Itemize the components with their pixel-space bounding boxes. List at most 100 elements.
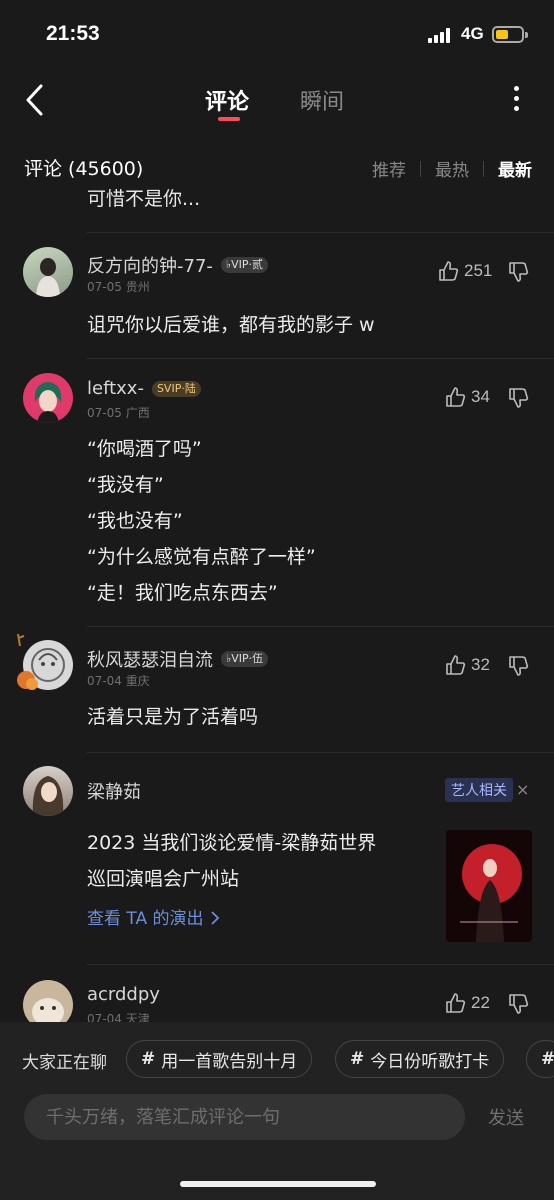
comment-text: 活着只是为了活着吗 <box>87 706 259 728</box>
sort-divider <box>420 160 421 177</box>
thumbs-down-icon <box>509 262 529 282</box>
comment-date: 07-04 <box>87 674 122 688</box>
thumbs-up-icon <box>446 387 466 407</box>
topic-chip[interactable]: # 今日份听歌打卡 <box>335 1040 505 1078</box>
like-button[interactable]: 251 <box>438 260 492 282</box>
back-button[interactable] <box>22 82 50 118</box>
network-type: 4G <box>461 24 484 43</box>
status-time: 21:53 <box>46 22 100 45</box>
like-count: 251 <box>464 261 493 280</box>
dislike-button[interactable] <box>508 261 530 283</box>
view-shows-label: 查看 TA 的演出 <box>87 909 204 929</box>
comment-location: 重庆 <box>125 674 150 688</box>
topic-label: 今日份听歌打卡 <box>370 1051 490 1072</box>
dislike-button[interactable] <box>508 655 530 677</box>
like-button[interactable]: 34 <box>445 386 490 408</box>
artist-avatar[interactable] <box>23 766 73 816</box>
thumbs-down-icon <box>509 656 529 676</box>
username-text: acrddpy <box>87 984 160 1005</box>
chevron-right-icon <box>211 911 220 925</box>
sort-tabs: 推荐 最热 最新 <box>372 156 532 181</box>
artist-name-text: 梁静茹 <box>87 782 141 803</box>
more-vertical-icon <box>508 86 524 111</box>
topic-chip[interactable]: # <box>526 1040 554 1078</box>
trending-label: 大家正在聊 <box>22 1053 107 1073</box>
bottom-panel: 大家正在聊 # 用一首歌告别十月 # 今日份听歌打卡 # 发送 <box>0 1022 554 1200</box>
like-count: 32 <box>471 655 490 674</box>
tab-moments[interactable]: 瞬间 <box>300 84 344 116</box>
concert-title-line: 巡回演唱会广州站 <box>87 868 240 890</box>
concert-title-line: 2023 当我们谈论爱情-梁静茹世界 <box>87 832 377 854</box>
comment-date: 07-05 <box>87 280 122 294</box>
view-shows-link[interactable]: 查看 TA 的演出 <box>87 904 221 929</box>
comments-count-title: 评论 (45600) <box>24 158 144 180</box>
sort-recommended[interactable]: 推荐 <box>372 156 406 181</box>
more-button[interactable] <box>508 82 524 118</box>
divider <box>87 752 554 753</box>
like-count: 34 <box>471 387 490 406</box>
trending-topics-row: 大家正在聊 # 用一首歌告别十月 # 今日份听歌打卡 # <box>0 1040 554 1080</box>
signal-icon <box>428 27 454 43</box>
dislike-button[interactable] <box>508 993 530 1015</box>
username-text: 秋风瑟瑟泪自流 <box>87 650 213 671</box>
like-button[interactable]: 22 <box>445 992 490 1014</box>
hashtag-icon: # <box>350 1049 365 1069</box>
hashtag-icon: # <box>141 1049 156 1069</box>
avatar[interactable] <box>23 247 73 297</box>
user-photo-icon <box>36 258 60 297</box>
tab-comments[interactable]: 评论 <box>205 84 249 116</box>
divider <box>87 626 554 627</box>
close-icon: × <box>516 780 530 799</box>
comment-location: 贵州 <box>125 280 150 294</box>
thumbs-down-icon <box>509 388 529 408</box>
comment-input[interactable] <box>24 1094 465 1140</box>
vip-badge: ♭VIP·伍 <box>221 651 269 667</box>
comment-text-line: “为什么感觉有点醉了一样” <box>87 546 316 568</box>
username-text: leftxx- <box>87 378 144 399</box>
topic-chip[interactable]: # 用一首歌告别十月 <box>126 1040 313 1078</box>
comment-username[interactable]: leftxx- SVIP·陆 <box>87 378 201 399</box>
thumbs-up-icon <box>439 261 459 281</box>
comment-text: 诅咒你以后爱谁，都有我的影子 w <box>87 314 375 336</box>
top-nav: 评论 瞬间 <box>0 70 554 130</box>
user-illustration-icon <box>34 382 62 423</box>
thumbs-down-icon <box>509 994 529 1014</box>
like-count: 22 <box>471 993 490 1012</box>
home-indicator <box>180 1181 376 1187</box>
comments-header: 评论 (45600) 推荐 最热 最新 <box>0 150 554 184</box>
close-button[interactable]: × <box>516 780 529 799</box>
comment-meta: 07-04 重庆 <box>87 672 150 689</box>
send-button[interactable]: 发送 <box>488 1104 524 1130</box>
username-text: 反方向的钟-77- <box>87 256 213 277</box>
status-bar: 21:53 4G <box>0 0 554 70</box>
avatar[interactable] <box>23 373 73 423</box>
comment-username[interactable]: acrddpy <box>87 984 160 1005</box>
comment-text-line: “我也没有” <box>87 510 183 532</box>
autumn-decoration-icon <box>12 632 40 692</box>
comment-username[interactable]: 秋风瑟瑟泪自流 ♭VIP·伍 <box>87 646 269 672</box>
sort-divider <box>483 160 484 177</box>
comment-input-bar <box>24 1094 465 1140</box>
divider <box>87 232 554 233</box>
svip-badge: SVIP·陆 <box>151 380 201 397</box>
active-tab-indicator <box>218 117 240 121</box>
chevron-left-icon <box>26 84 43 116</box>
comment-text-line: “你喝酒了吗” <box>87 438 202 460</box>
concert-poster[interactable] <box>446 830 532 942</box>
like-button[interactable]: 32 <box>445 654 490 676</box>
concert-poster-image <box>446 830 532 942</box>
dislike-button[interactable] <box>508 387 530 409</box>
artist-related-tag: 艺人相关 <box>445 778 513 802</box>
comment-text-line: “我没有” <box>87 474 164 496</box>
comment-location: 广西 <box>125 406 150 420</box>
sort-newest[interactable]: 最新 <box>498 156 532 181</box>
sort-hottest[interactable]: 最热 <box>435 156 469 181</box>
topic-label: 用一首歌告别十月 <box>161 1051 298 1072</box>
hashtag-icon: # <box>541 1049 554 1069</box>
comment-meta: 07-05 贵州 <box>87 278 150 295</box>
comment-username[interactable]: 反方向的钟-77- ♭VIP·贰 <box>87 252 268 278</box>
divider <box>87 964 554 965</box>
comment-text-line: “走！我们吃点东西去” <box>87 582 278 604</box>
vip-badge: ♭VIP·贰 <box>220 257 268 273</box>
artist-name[interactable]: 梁静茹 <box>87 778 141 804</box>
